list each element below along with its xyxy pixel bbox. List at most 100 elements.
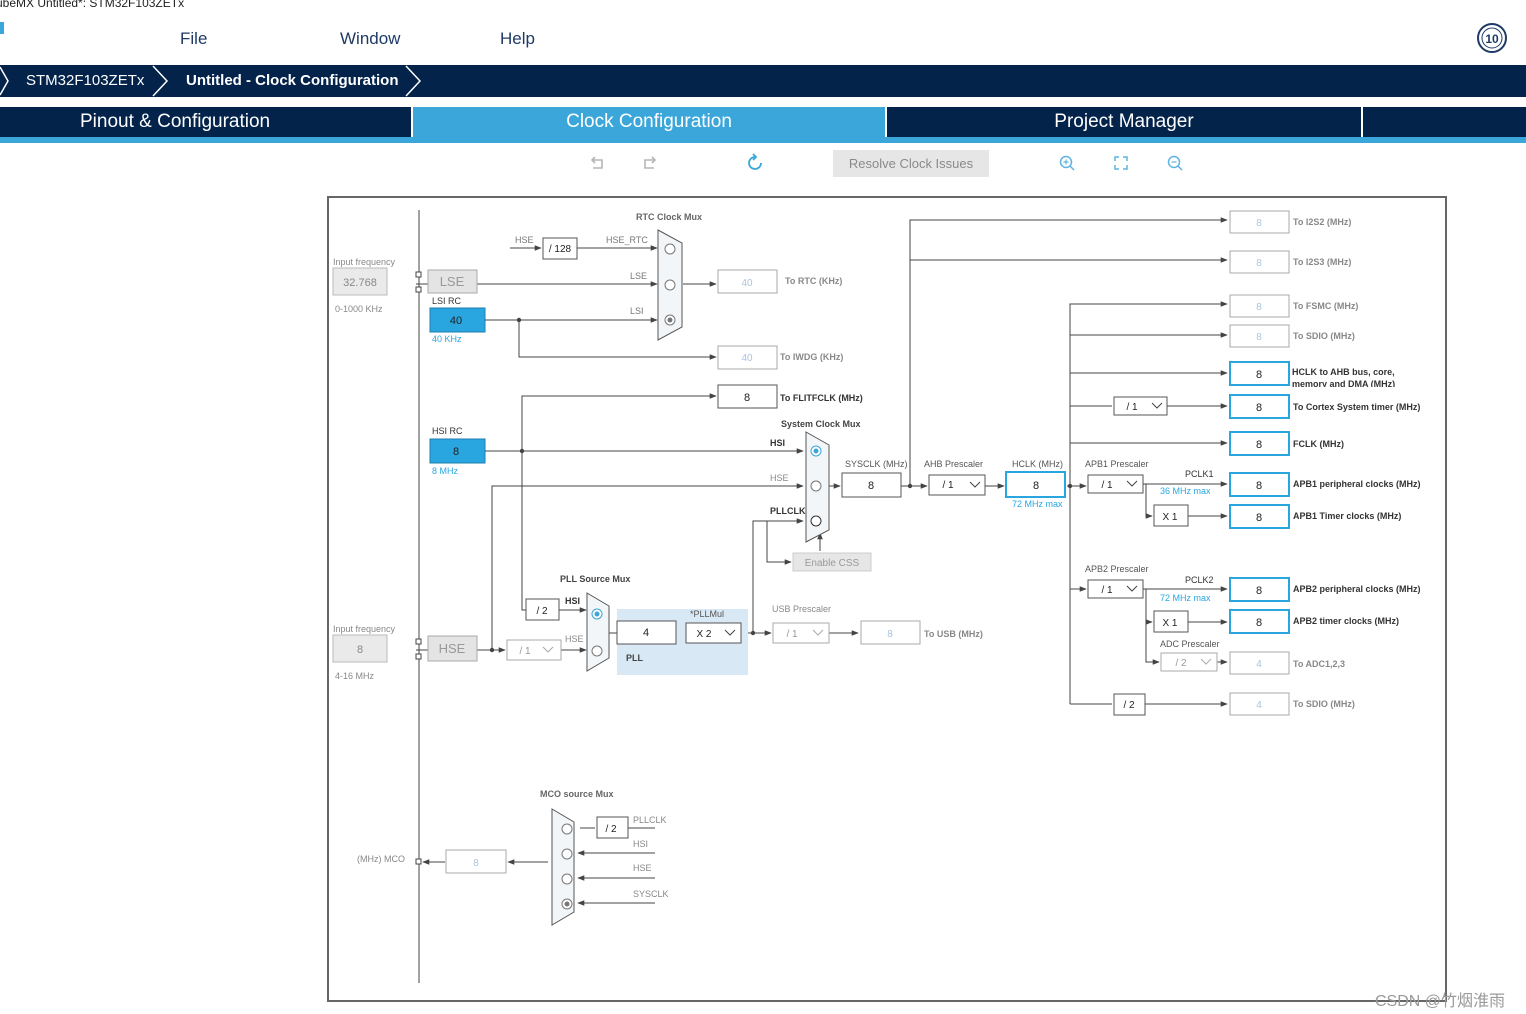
rtc-hse-label: HSE [515,235,534,245]
apb2-timer-label: APB2 timer clocks (MHz) [1293,616,1399,626]
rtc-out-value: 40 [741,278,753,289]
i2s3-value: 8 [1256,258,1262,269]
badge-label: 10 [1485,32,1499,46]
tab-clock-configuration[interactable]: Clock Configuration [413,107,885,137]
lse-input-label: Input frequency [333,257,396,267]
apb2-label: APB2 Prescaler [1085,564,1149,574]
main-tabs: Pinout & Configuration Clock Configurati… [0,107,1526,137]
fsmc-value: 8 [1256,302,1262,313]
fclk-value: 8 [1256,439,1262,451]
rtc-div-label: / 128 [549,244,572,255]
adc-prescaler-value: / 2 [1175,658,1187,669]
pclk2-label: PCLK2 [1185,575,1214,585]
hsi-label: HSI RC [432,426,463,436]
refresh-icon[interactable] [743,151,767,175]
sys-mux-title: System Clock Mux [781,419,861,429]
apb1-timer-mul: X 1 [1162,512,1177,523]
pclk1-max: 36 MHz max [1160,486,1211,496]
anniversary-badge-icon[interactable]: 10 [1477,23,1507,53]
i2s2-value: 8 [1256,218,1262,229]
pclk2-max: 72 MHz max [1160,593,1211,603]
lse-input-range: 0-1000 KHz [335,304,383,314]
cortex-timer-label: To Cortex System timer (MHz) [1293,402,1420,412]
pll-source-mux [586,592,610,672]
apb2-periph-label: APB2 peripheral clocks (MHz) [1293,584,1421,594]
apb1-timer-value: 8 [1256,512,1262,524]
mco-sysclk-label: SYSCLK [633,889,669,899]
breadcrumb-mcu[interactable]: STM32F103ZETx [26,65,144,97]
ahb-label: AHB Prescaler [924,459,983,469]
mco-div2-label: / 2 [605,824,617,835]
window-title: ubeMX Untitled*: STM32F103ZETx [0,0,185,10]
usb-out-value: 8 [887,629,893,640]
menu-window[interactable]: Window [340,29,400,49]
clock-tree-diagram: Input frequency 32.768 0-1000 KHz Input … [327,196,1447,1002]
apb1-periph-value: 8 [1256,480,1262,492]
mco-hsi-label: HSI [633,839,648,849]
apb2-periph-value: 8 [1256,585,1262,597]
fclk-label: FCLK (MHz) [1293,439,1344,449]
rtc-hse-rtc-label: HSE_RTC [606,235,648,245]
sdio-apb-value: 4 [1256,700,1262,711]
apb1-label: APB1 Prescaler [1085,459,1149,469]
resolve-clock-issues-button[interactable]: Resolve Clock Issues [833,150,989,177]
rtc-out-label: To RTC (KHz) [785,276,842,286]
apb1-periph-label: APB1 peripheral clocks (MHz) [1293,479,1421,489]
pclk1-label: PCLK1 [1185,469,1214,479]
fit-screen-icon[interactable] [1109,151,1133,175]
zoom-in-icon[interactable] [1055,151,1079,175]
flit-out-value: 8 [744,392,750,404]
cortex-timer-value: 8 [1256,402,1262,414]
rtc-mux-title: RTC Clock Mux [636,212,702,222]
sdio-apb-label: To SDIO (MHz) [1293,699,1355,709]
pllmul-value: X 2 [696,629,711,640]
hclk-max: 72 MHz max [1012,499,1063,509]
adc-value: 4 [1256,659,1262,670]
watermark: CSDN @竹烟淮雨 [1375,993,1506,1010]
hse-source: HSE [439,641,466,656]
hclk-value: 8 [1033,480,1039,492]
tab-project-manager[interactable]: Project Manager [887,107,1361,137]
menu-help[interactable]: Help [500,29,535,49]
hse-div-value: / 1 [519,646,531,657]
lsi-unit: 40 KHz [432,334,462,344]
hse-input-value: 8 [357,644,363,656]
cortex-div-value: / 1 [1126,402,1138,413]
flit-out-label: To FLITFCLK (MHz) [780,393,863,403]
usb-prescaler-label: USB Prescaler [772,604,831,614]
pllmul-label: *PLLMul [690,609,724,619]
lse-source: LSE [440,274,465,289]
pll-mux-hsi: HSI [565,596,580,606]
zoom-out-icon[interactable] [1163,151,1187,175]
app-icon [0,22,4,34]
undo-icon[interactable] [585,151,609,175]
adc-prescaler-label: ADC Prescaler [1160,639,1220,649]
redo-icon[interactable] [638,151,662,175]
pll-div2-label: / 2 [536,606,548,617]
i2s3-label: To I2S3 (MHz) [1293,257,1351,267]
mco-label: (MHz) MCO [357,854,405,864]
hclk-ahb-value: 8 [1256,369,1262,381]
sdio-ahb-value: 8 [1256,332,1262,343]
enable-css-button[interactable]: Enable CSS [805,558,860,569]
mco-value: 8 [473,858,479,869]
apb1-timer-label: APB1 Timer clocks (MHz) [1293,511,1401,521]
rtc-lse-label: LSE [630,271,647,281]
pll-label: PLL [626,653,644,663]
pll-mux-hse: HSE [565,634,584,644]
apb2-timer-value: 8 [1256,617,1262,629]
usb-out-label: To USB (MHz) [924,629,983,639]
hse-input-range: 4-16 MHz [335,671,375,681]
pll-mux-title: PLL Source Mux [560,574,630,584]
hclk-label: HCLK (MHz) [1012,459,1063,469]
breadcrumb-project[interactable]: Untitled - Clock Configuration [186,65,398,97]
ahb-value: / 1 [942,480,954,491]
i2s2-label: To I2S2 (MHz) [1293,217,1351,227]
breadcrumb: STM32F103ZETx Untitled - Clock Configura… [0,65,1526,97]
tab-pinout[interactable]: Pinout & Configuration [0,107,411,137]
menu-file[interactable]: File [180,29,207,49]
pll-value: 4 [643,627,649,639]
iwdg-out-value: 40 [741,353,753,364]
output-labels: 8 To I2S2 (MHz) 8 To I2S3 (MHz) 8 To FSM… [1256,217,1421,711]
hse-input-label: Input frequency [333,624,396,634]
